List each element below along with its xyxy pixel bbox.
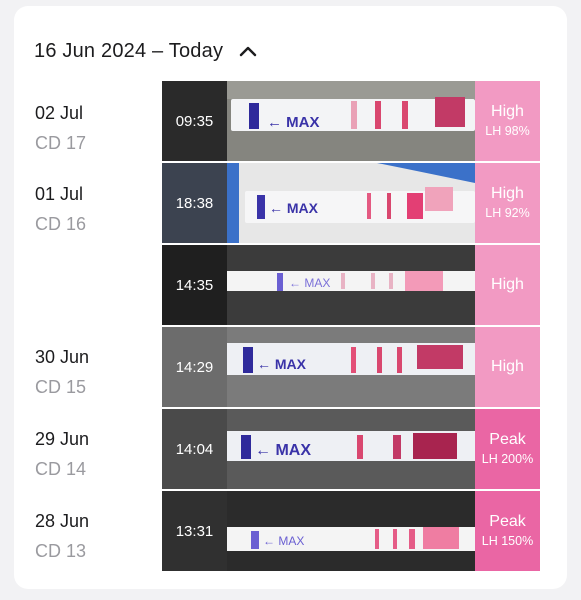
day-date: 02 Jul <box>35 103 84 123</box>
day-date: 30 Jun <box>35 347 90 367</box>
test-row[interactable]: 14:04 ← MAX Peak LH 200% <box>162 409 540 489</box>
day-label: 01 Jul CD 16 <box>35 184 175 235</box>
lh-result-badge: High LH 92% <box>475 163 540 243</box>
day-date: 28 Jun <box>35 511 90 531</box>
chevron-up-icon[interactable] <box>237 40 259 62</box>
svg-text:← MAX: ← MAX <box>263 534 304 548</box>
cycle-day: CD 17 <box>35 133 87 153</box>
test-time: 14:29 <box>162 327 227 407</box>
cycle-day: CD 13 <box>35 541 87 561</box>
test-row[interactable]: 13:31 ← MAX Peak LH 150% <box>162 491 540 571</box>
lh-percentage: LH 150% <box>481 534 534 548</box>
test-strip-photo: ← MAX <box>227 245 475 325</box>
lh-level: High <box>491 103 524 120</box>
cycle-day: CD 15 <box>35 377 87 397</box>
test-row[interactable]: 14:29 ← MAX High <box>162 327 540 407</box>
date-range-title: 16 Jun 2024 – Today <box>34 39 224 62</box>
test-row[interactable]: 09:35 ← MAX High LH 98% <box>162 81 540 161</box>
lh-result-badge: High <box>475 245 540 325</box>
day-label: 30 Jun CD 15 <box>35 347 175 398</box>
lh-percentage: LH 98% <box>485 124 530 138</box>
cycle-day: CD 16 <box>35 214 87 234</box>
svg-text:← MAX: ← MAX <box>267 114 320 131</box>
svg-text:← MAX: ← MAX <box>289 276 330 290</box>
test-time: 14:04 <box>162 409 227 489</box>
day-label: 29 Jun CD 14 <box>35 429 175 480</box>
day-date: 29 Jun <box>35 429 90 449</box>
lh-result-badge: Peak LH 150% <box>475 491 540 571</box>
day-label: 28 Jun CD 13 <box>35 511 175 562</box>
test-row[interactable]: 14:35 ← MAX High <box>162 245 540 325</box>
test-time: 09:35 <box>162 81 227 161</box>
lh-percentage: LH 92% <box>485 206 530 220</box>
lh-level: High <box>491 275 524 293</box>
test-strip-photo: ← MAX <box>227 409 475 489</box>
lh-level: Peak <box>489 431 526 448</box>
lh-result-badge: High LH 98% <box>475 81 540 161</box>
cycle-day: CD 14 <box>35 459 87 479</box>
test-strip-photo: ← MAX <box>227 327 475 407</box>
svg-text:← MAX: ← MAX <box>257 356 307 372</box>
day-label: 02 Jul CD 17 <box>35 103 175 154</box>
lh-percentage: LH 200% <box>481 452 534 466</box>
test-time: 18:38 <box>162 163 227 243</box>
svg-text:← MAX: ← MAX <box>269 200 319 216</box>
test-strip-photo: ← MAX <box>227 163 475 243</box>
date-range-header[interactable]: 16 Jun 2024 – Today <box>34 36 259 66</box>
test-strip-photo: ← MAX <box>227 81 475 161</box>
lh-level: Peak <box>489 513 526 530</box>
test-time: 13:31 <box>162 491 227 571</box>
test-strip-photo: ← MAX <box>227 491 475 571</box>
lh-level: High <box>491 185 524 202</box>
lh-result-badge: High <box>475 327 540 407</box>
svg-text:← MAX: ← MAX <box>255 442 311 459</box>
day-date: 01 Jul <box>35 184 84 204</box>
lh-result-badge: Peak LH 200% <box>475 409 540 489</box>
lh-level: High <box>491 357 524 375</box>
test-time: 14:35 <box>162 245 227 325</box>
test-row[interactable]: 18:38 ← MAX High LH 92% <box>162 163 540 243</box>
